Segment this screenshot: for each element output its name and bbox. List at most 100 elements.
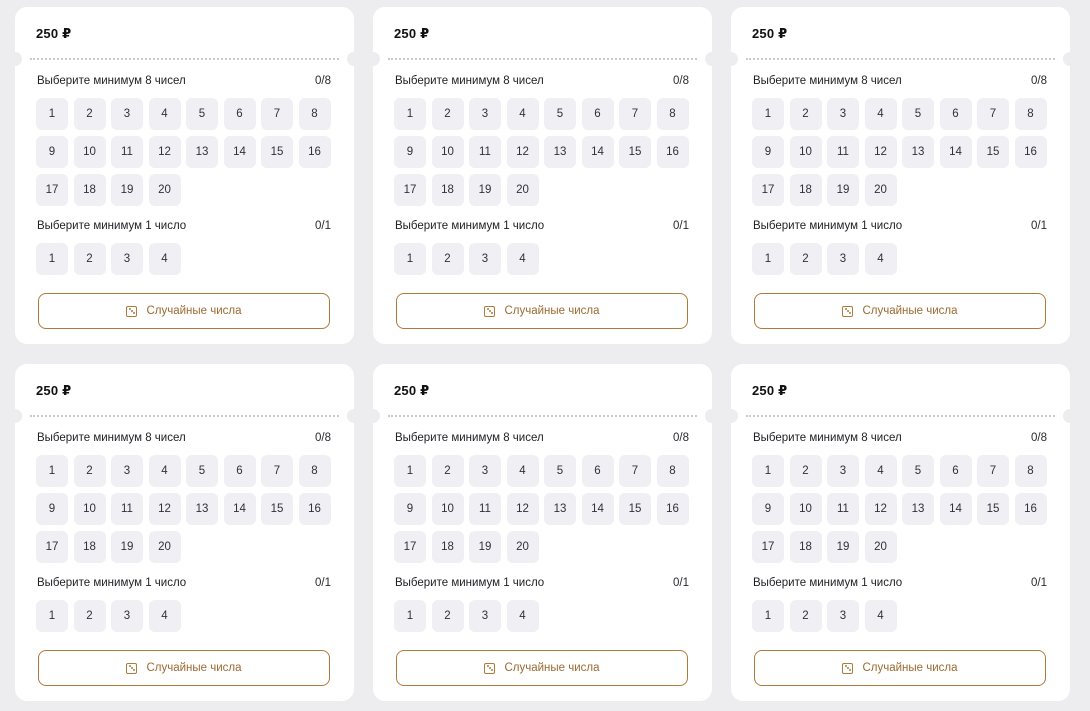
main-number-cell[interactable]: 16 — [1014, 136, 1047, 168]
main-number-cell[interactable]: 7 — [619, 455, 651, 487]
main-number-cell[interactable]: 13 — [186, 493, 218, 525]
main-number-cell[interactable]: 16 — [298, 136, 331, 168]
bonus-number-cell[interactable]: 4 — [506, 600, 539, 632]
main-number-cell[interactable]: 19 — [827, 531, 859, 563]
main-number-cell[interactable]: 20 — [148, 531, 181, 563]
main-number-cell[interactable]: 7 — [619, 98, 651, 130]
main-number-cell[interactable]: 16 — [656, 136, 689, 168]
main-number-cell[interactable]: 15 — [261, 136, 293, 168]
main-number-cell[interactable]: 9 — [752, 136, 784, 168]
bonus-number-cell[interactable]: 2 — [789, 243, 822, 275]
main-number-cell[interactable]: 17 — [752, 174, 784, 206]
main-number-cell[interactable]: 8 — [1014, 455, 1047, 487]
bonus-number-cell[interactable]: 3 — [111, 600, 143, 632]
main-number-cell[interactable]: 11 — [111, 493, 143, 525]
main-number-cell[interactable]: 15 — [619, 136, 651, 168]
main-number-cell[interactable]: 1 — [36, 455, 68, 487]
bonus-number-cell[interactable]: 3 — [469, 243, 501, 275]
main-number-cell[interactable]: 4 — [506, 98, 539, 130]
random-numbers-button[interactable]: Случайные числа — [38, 650, 330, 686]
main-number-cell[interactable]: 2 — [73, 455, 106, 487]
main-number-cell[interactable]: 5 — [544, 98, 576, 130]
main-number-cell[interactable]: 2 — [431, 455, 464, 487]
main-number-cell[interactable]: 7 — [977, 455, 1009, 487]
main-number-cell[interactable]: 11 — [827, 136, 859, 168]
random-numbers-button[interactable]: Случайные числа — [754, 650, 1046, 686]
main-number-cell[interactable]: 4 — [148, 98, 181, 130]
main-number-cell[interactable]: 20 — [864, 174, 897, 206]
main-number-cell[interactable]: 1 — [752, 98, 784, 130]
bonus-number-cell[interactable]: 4 — [506, 243, 539, 275]
main-number-cell[interactable]: 17 — [36, 531, 68, 563]
main-number-cell[interactable]: 6 — [939, 98, 972, 130]
main-number-cell[interactable]: 19 — [111, 174, 143, 206]
main-number-cell[interactable]: 8 — [1014, 98, 1047, 130]
main-number-cell[interactable]: 18 — [73, 531, 106, 563]
bonus-number-cell[interactable]: 3 — [111, 243, 143, 275]
main-number-cell[interactable]: 4 — [148, 455, 181, 487]
main-number-cell[interactable]: 2 — [431, 98, 464, 130]
bonus-number-cell[interactable]: 1 — [752, 243, 784, 275]
main-number-cell[interactable]: 8 — [298, 455, 331, 487]
main-number-cell[interactable]: 8 — [656, 455, 689, 487]
main-number-cell[interactable]: 11 — [469, 493, 501, 525]
main-number-cell[interactable]: 12 — [864, 493, 897, 525]
main-number-cell[interactable]: 12 — [148, 493, 181, 525]
main-number-cell[interactable]: 9 — [36, 136, 68, 168]
main-number-cell[interactable]: 14 — [223, 493, 256, 525]
main-number-cell[interactable]: 1 — [394, 455, 426, 487]
main-number-cell[interactable]: 14 — [223, 136, 256, 168]
main-number-cell[interactable]: 1 — [394, 98, 426, 130]
main-number-cell[interactable]: 8 — [298, 98, 331, 130]
main-number-cell[interactable]: 3 — [111, 455, 143, 487]
main-number-cell[interactable]: 19 — [469, 531, 501, 563]
bonus-number-cell[interactable]: 4 — [148, 243, 181, 275]
main-number-cell[interactable]: 11 — [111, 136, 143, 168]
main-number-cell[interactable]: 18 — [431, 531, 464, 563]
main-number-cell[interactable]: 10 — [789, 136, 822, 168]
main-number-cell[interactable]: 17 — [394, 531, 426, 563]
main-number-cell[interactable]: 10 — [431, 493, 464, 525]
bonus-number-cell[interactable]: 2 — [431, 600, 464, 632]
main-number-cell[interactable]: 7 — [977, 98, 1009, 130]
main-number-cell[interactable]: 9 — [394, 136, 426, 168]
main-number-cell[interactable]: 10 — [431, 136, 464, 168]
main-number-cell[interactable]: 17 — [752, 531, 784, 563]
main-number-cell[interactable]: 16 — [656, 493, 689, 525]
main-number-cell[interactable]: 14 — [581, 136, 614, 168]
main-number-cell[interactable]: 7 — [261, 455, 293, 487]
main-number-cell[interactable]: 3 — [827, 455, 859, 487]
main-number-cell[interactable]: 18 — [431, 174, 464, 206]
main-number-cell[interactable]: 3 — [469, 98, 501, 130]
main-number-cell[interactable]: 5 — [186, 455, 218, 487]
main-number-cell[interactable]: 8 — [656, 98, 689, 130]
main-number-cell[interactable]: 14 — [939, 493, 972, 525]
main-number-cell[interactable]: 16 — [1014, 493, 1047, 525]
bonus-number-cell[interactable]: 2 — [73, 243, 106, 275]
main-number-cell[interactable]: 6 — [581, 98, 614, 130]
main-number-cell[interactable]: 6 — [223, 98, 256, 130]
main-number-cell[interactable]: 15 — [977, 493, 1009, 525]
main-number-cell[interactable]: 6 — [581, 455, 614, 487]
main-number-cell[interactable]: 19 — [827, 174, 859, 206]
main-number-cell[interactable]: 3 — [111, 98, 143, 130]
main-number-cell[interactable]: 14 — [581, 493, 614, 525]
main-number-cell[interactable]: 12 — [864, 136, 897, 168]
random-numbers-button[interactable]: Случайные числа — [754, 293, 1046, 329]
main-number-cell[interactable]: 2 — [73, 98, 106, 130]
main-number-cell[interactable]: 19 — [469, 174, 501, 206]
main-number-cell[interactable]: 5 — [544, 455, 576, 487]
main-number-cell[interactable]: 10 — [73, 136, 106, 168]
bonus-number-cell[interactable]: 1 — [394, 600, 426, 632]
main-number-cell[interactable]: 18 — [73, 174, 106, 206]
main-number-cell[interactable]: 13 — [544, 136, 576, 168]
main-number-cell[interactable]: 9 — [394, 493, 426, 525]
main-number-cell[interactable]: 1 — [752, 455, 784, 487]
bonus-number-cell[interactable]: 3 — [827, 243, 859, 275]
main-number-cell[interactable]: 4 — [506, 455, 539, 487]
bonus-number-cell[interactable]: 3 — [469, 600, 501, 632]
main-number-cell[interactable]: 6 — [223, 455, 256, 487]
main-number-cell[interactable]: 13 — [544, 493, 576, 525]
main-number-cell[interactable]: 5 — [902, 98, 934, 130]
main-number-cell[interactable]: 11 — [827, 493, 859, 525]
